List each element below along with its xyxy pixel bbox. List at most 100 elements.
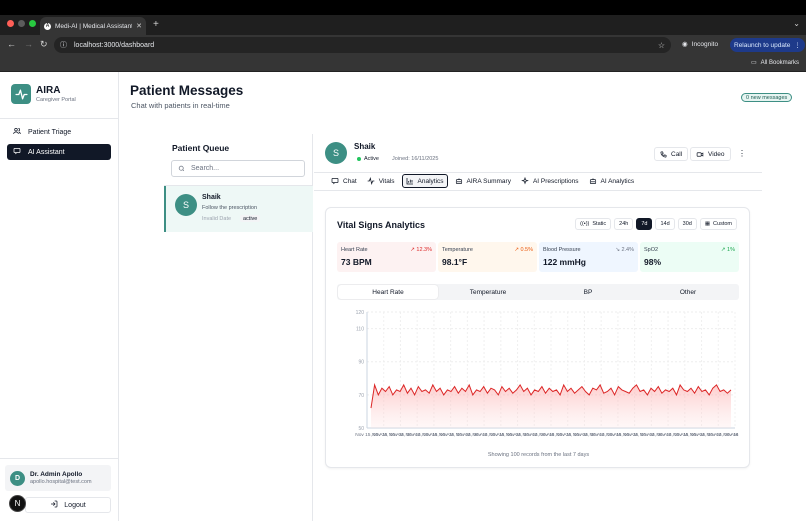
logout-icon	[50, 500, 58, 510]
new-tab-icon[interactable]: +	[153, 19, 159, 30]
browser-tab-title: Medi-AI | Medical Assistant D	[55, 22, 133, 30]
vital-tab-temperature[interactable]: Temperature	[438, 285, 538, 299]
metric-change: ↗ 12.3%	[410, 247, 432, 253]
y-tick-label: 110	[356, 327, 364, 333]
vital-tab-bp[interactable]: BP	[538, 285, 638, 299]
logout-button[interactable]: Logout	[25, 497, 111, 513]
user-card: D Dr. Admin Apollo apollo.hospital@test.…	[5, 465, 111, 491]
bookmark-star-icon[interactable]: ☆	[658, 41, 665, 50]
tab-label: Analytics	[417, 177, 444, 185]
x-tick-label: Nov 16, 05 AM	[723, 432, 739, 438]
back-icon[interactable]: ←	[7, 39, 16, 49]
message-square-icon	[12, 147, 21, 157]
chat-icon	[331, 177, 339, 185]
range-label: 30d	[682, 221, 692, 227]
tab-label: AI Analytics	[600, 177, 635, 185]
y-tick-label: 50	[358, 426, 364, 432]
site-info-icon[interactable]: ⓘ	[60, 40, 67, 50]
search-input[interactable]: Search...	[171, 160, 305, 177]
relaunch-button[interactable]: Relaunch to update ⋮	[730, 38, 805, 52]
sidebar-bottom-divider	[0, 458, 118, 459]
close-window-button[interactable]	[7, 20, 14, 27]
tab-label: Vitals	[378, 177, 395, 185]
metric-spo2: SpO2 ↗ 1% 98%	[640, 242, 739, 272]
app-root: AIRA Caregiver Portal Patient Triage AI …	[0, 72, 806, 521]
queue-title: Patient Queue	[172, 143, 230, 153]
tab-ai-analytics[interactable]: AI Analytics	[586, 174, 638, 188]
tab-chat[interactable]: Chat	[328, 174, 360, 188]
activity-icon	[367, 177, 375, 185]
sidebar: AIRA Caregiver Portal Patient Triage AI …	[0, 72, 119, 521]
page-subtitle: Chat with patients in real-time	[131, 101, 230, 110]
y-tick-label: 120	[356, 310, 365, 316]
card-title: Vital Signs Analytics	[337, 220, 426, 230]
tab-label: AIRA Summary	[466, 177, 511, 185]
broadcast-icon: ((•))	[580, 221, 590, 227]
close-tab-icon[interactable]: ✕	[136, 22, 142, 30]
video-button[interactable]: Video	[690, 147, 731, 161]
all-bookmarks-button[interactable]: ▭ All Bookmarks	[750, 59, 799, 67]
maximize-window-button[interactable]	[29, 20, 36, 27]
range-30d-button[interactable]: 30d	[677, 218, 697, 230]
patient-joined: Joined: 16/11/2025	[392, 156, 439, 162]
sidebar-item-ai-assistant[interactable]: AI Assistant	[7, 144, 111, 160]
range-custom-button[interactable]: ▦ Custom	[699, 218, 737, 230]
range-static-button[interactable]: ((•)) Static	[575, 218, 612, 230]
reload-icon[interactable]: ↻	[40, 39, 48, 50]
range-7d-button[interactable]: 7d	[636, 218, 653, 230]
incognito-icon: ◉	[682, 41, 688, 48]
new-messages-badge: 0 new messages	[741, 93, 793, 102]
vital-tab-heart-rate[interactable]: Heart Rate	[338, 285, 438, 299]
user-name: Dr. Admin Apollo	[30, 471, 83, 478]
metric-label: Temperature	[442, 247, 473, 253]
incognito-indicator[interactable]: ◉ Incognito	[682, 40, 718, 49]
brand: AIRA Caregiver Portal	[11, 84, 76, 104]
more-vert-icon: ⋮	[794, 42, 801, 49]
panel-header-divider	[314, 172, 762, 173]
calendar-icon: ▦	[704, 221, 711, 227]
y-tick-label: 70	[358, 393, 364, 399]
tab-ai-prescriptions[interactable]: AI Prescriptions	[518, 174, 582, 188]
tabs-divider	[314, 190, 762, 191]
next-dev-badge[interactable]: N	[9, 495, 26, 512]
metric-value: 73 BPM	[341, 257, 372, 267]
pulse-logo-icon	[11, 84, 31, 104]
vital-signs-card: Vital Signs Analytics ((•)) Static 24h 7…	[325, 207, 750, 468]
bookmarks-bar	[0, 55, 806, 72]
url-field[interactable]: ⓘ localhost:3000/dashboard ☆	[54, 37, 671, 53]
patient-queue: Patient Queue Search... S Shaik Follow t…	[164, 134, 313, 521]
forward-icon[interactable]: →	[24, 39, 33, 49]
minimize-window-button[interactable]	[18, 20, 25, 27]
window-titlebar	[0, 0, 806, 15]
metric-value: 122 mmHg	[543, 257, 586, 267]
y-tick-label: 90	[358, 360, 364, 366]
folder-icon: ▭	[750, 60, 757, 66]
metric-cards: Heart Rate ↗ 12.3% 73 BPM Temperature ↗ …	[337, 242, 739, 272]
range-label: 7d	[641, 221, 648, 227]
search-placeholder: Search...	[191, 165, 220, 172]
tab-vitals[interactable]: Vitals	[364, 174, 398, 188]
range-label: Custom	[713, 221, 732, 227]
range-selector: ((•)) Static 24h 7d 14d 30d ▦ Custom	[575, 218, 737, 230]
range-14d-button[interactable]: 14d	[655, 218, 675, 230]
metric-change-value: 1%	[727, 247, 735, 253]
vital-tab-other[interactable]: Other	[638, 285, 738, 299]
tab-label: Chat	[343, 177, 357, 185]
range-24h-button[interactable]: 24h	[614, 218, 634, 230]
more-vert-icon[interactable]: ⋮	[738, 149, 746, 158]
tab-search-icon[interactable]: ⌄	[793, 19, 800, 28]
metric-temperature: Temperature ↗ 0.5% 98.1°F	[438, 242, 537, 272]
tab-aira-summary[interactable]: AIRA Summary	[452, 174, 514, 188]
logout-label: Logout	[64, 501, 86, 509]
tab-analytics[interactable]: Analytics	[401, 174, 448, 188]
phone-icon	[660, 151, 667, 157]
brand-name: AIRA	[36, 85, 61, 96]
browser-tab[interactable]: A Medi-AI | Medical Assistant D ✕	[40, 17, 146, 35]
queue-last-message: Follow the prescription	[202, 205, 258, 211]
sidebar-item-patient-triage[interactable]: Patient Triage	[7, 124, 111, 140]
call-button[interactable]: Call	[654, 147, 689, 161]
sidebar-item-label: AI Assistant	[28, 148, 65, 156]
sidebar-divider	[0, 118, 118, 119]
list-item[interactable]: S Shaik Follow the prescription Invalid …	[164, 186, 313, 232]
queue-patient-name: Shaik	[202, 194, 221, 201]
